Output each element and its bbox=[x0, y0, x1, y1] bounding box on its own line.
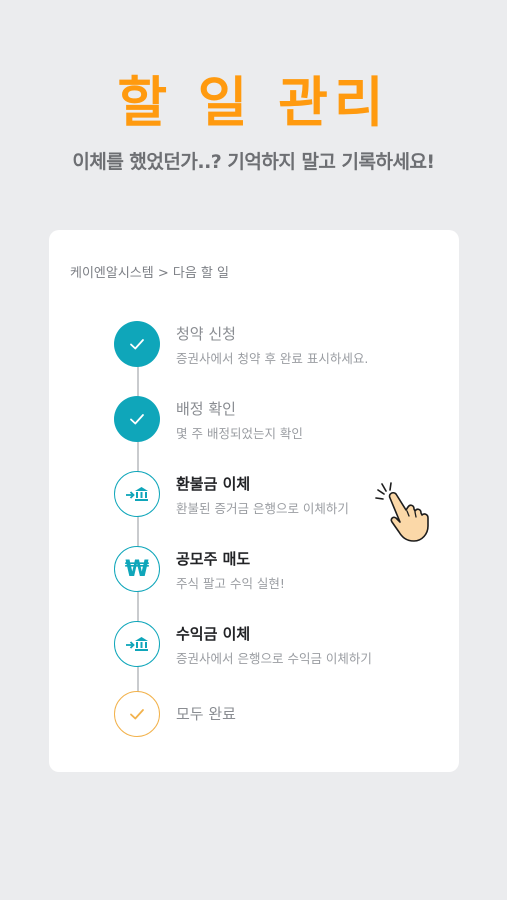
step-title: 수익금 이체 bbox=[176, 625, 251, 643]
check-icon[interactable] bbox=[114, 396, 160, 442]
step-profit-transfer[interactable]: 수익금 이체 증권사에서 은행으로 수익금 이체하기 bbox=[114, 621, 444, 669]
won-glyph: ₩ bbox=[124, 556, 150, 582]
step-ipo-sell[interactable]: ₩ 공모주 매도 주식 팔고 수익 실현! bbox=[114, 546, 444, 594]
step-description: 몇 주 배정되었는지 확인 bbox=[176, 426, 303, 441]
check-icon[interactable] bbox=[114, 321, 160, 367]
step-title: 청약 신청 bbox=[176, 325, 236, 343]
step-title: 환불금 이체 bbox=[176, 475, 251, 493]
pointing-hand-icon bbox=[375, 482, 429, 542]
step-description: 증권사에서 은행으로 수익금 이체하기 bbox=[176, 651, 372, 666]
step-description: 주식 팔고 수익 실현! bbox=[176, 576, 285, 591]
check-icon[interactable] bbox=[114, 691, 160, 737]
breadcrumb: 케이엔알시스템 > 다음 할 일 bbox=[70, 266, 229, 281]
step-title: 모두 완료 bbox=[176, 705, 236, 723]
step-title: 배정 확인 bbox=[176, 400, 236, 418]
bank-transfer-icon[interactable] bbox=[114, 471, 160, 517]
step-allocation[interactable]: 배정 확인 몇 주 배정되었는지 확인 bbox=[114, 396, 444, 444]
hero-subtitle: 이체를 했었던가..? 기억하지 말고 기록하세요! bbox=[72, 151, 435, 173]
step-subscription[interactable]: 청약 신청 증권사에서 청약 후 완료 표시하세요. bbox=[114, 321, 444, 369]
step-title: 공모주 매도 bbox=[176, 550, 251, 568]
step-description: 환불된 증거금 은행으로 이체하기 bbox=[176, 501, 349, 516]
bank-transfer-icon[interactable] bbox=[114, 621, 160, 667]
step-description: 증권사에서 청약 후 완료 표시하세요. bbox=[176, 351, 369, 366]
hero-title: 할 일 관리 bbox=[117, 71, 390, 134]
won-icon[interactable]: ₩ bbox=[114, 546, 160, 592]
step-all-done[interactable]: 모두 완료 bbox=[114, 691, 444, 739]
